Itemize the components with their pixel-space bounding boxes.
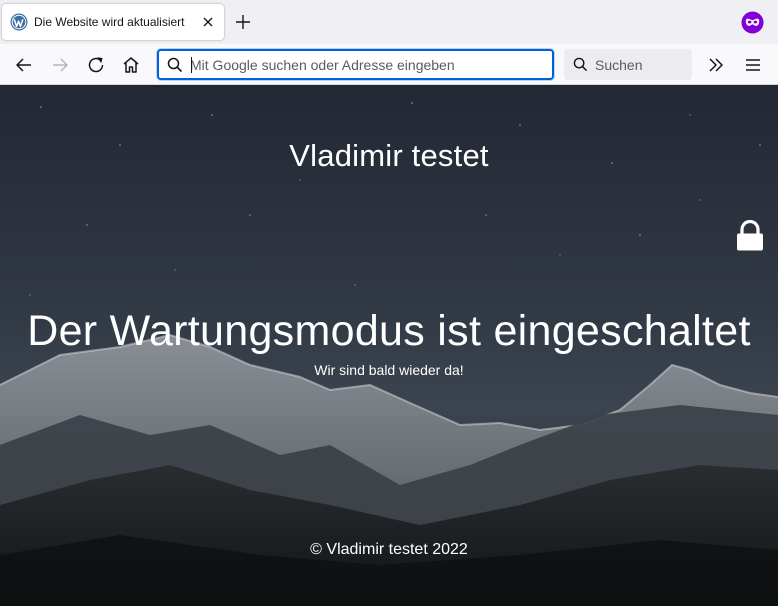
navigation-toolbar: Suchen [0,44,778,85]
tab-title: Die Website wird aktualisiert [34,15,185,29]
private-browsing-mask-icon[interactable] [741,11,764,34]
url-bar[interactable] [157,49,554,80]
site-title: Vladimir testet [289,138,489,173]
search-icon [167,57,183,73]
tab-active[interactable]: Die Website wird aktualisiert [2,4,224,40]
arrow-left-icon[interactable] [12,53,36,77]
wordpress-icon [10,13,28,31]
plus-icon[interactable] [232,11,254,33]
page-content: Vladimir testet Der Wartungsmodus ist ei… [0,85,778,606]
chevron-double-right-icon[interactable] [704,53,728,77]
maintenance-subline: Wir sind bald wieder da! [314,362,464,378]
close-icon[interactable] [198,12,218,32]
lock-icon[interactable] [735,220,765,252]
tab-strip: Die Website wird aktualisiert [0,0,778,44]
footer-copyright: © Vladimir testet 2022 [310,541,468,558]
reload-icon[interactable] [84,53,108,77]
url-input[interactable] [190,54,545,76]
maintenance-headline: Der Wartungsmodus ist eingeschaltet [27,307,751,355]
search-box[interactable]: Suchen [564,49,692,80]
arrow-right-icon[interactable] [48,53,72,77]
search-box-label: Suchen [595,57,643,73]
hamburger-menu-icon[interactable] [741,53,765,77]
search-icon [573,57,588,72]
text-caret [191,57,192,73]
home-icon[interactable] [119,53,143,77]
